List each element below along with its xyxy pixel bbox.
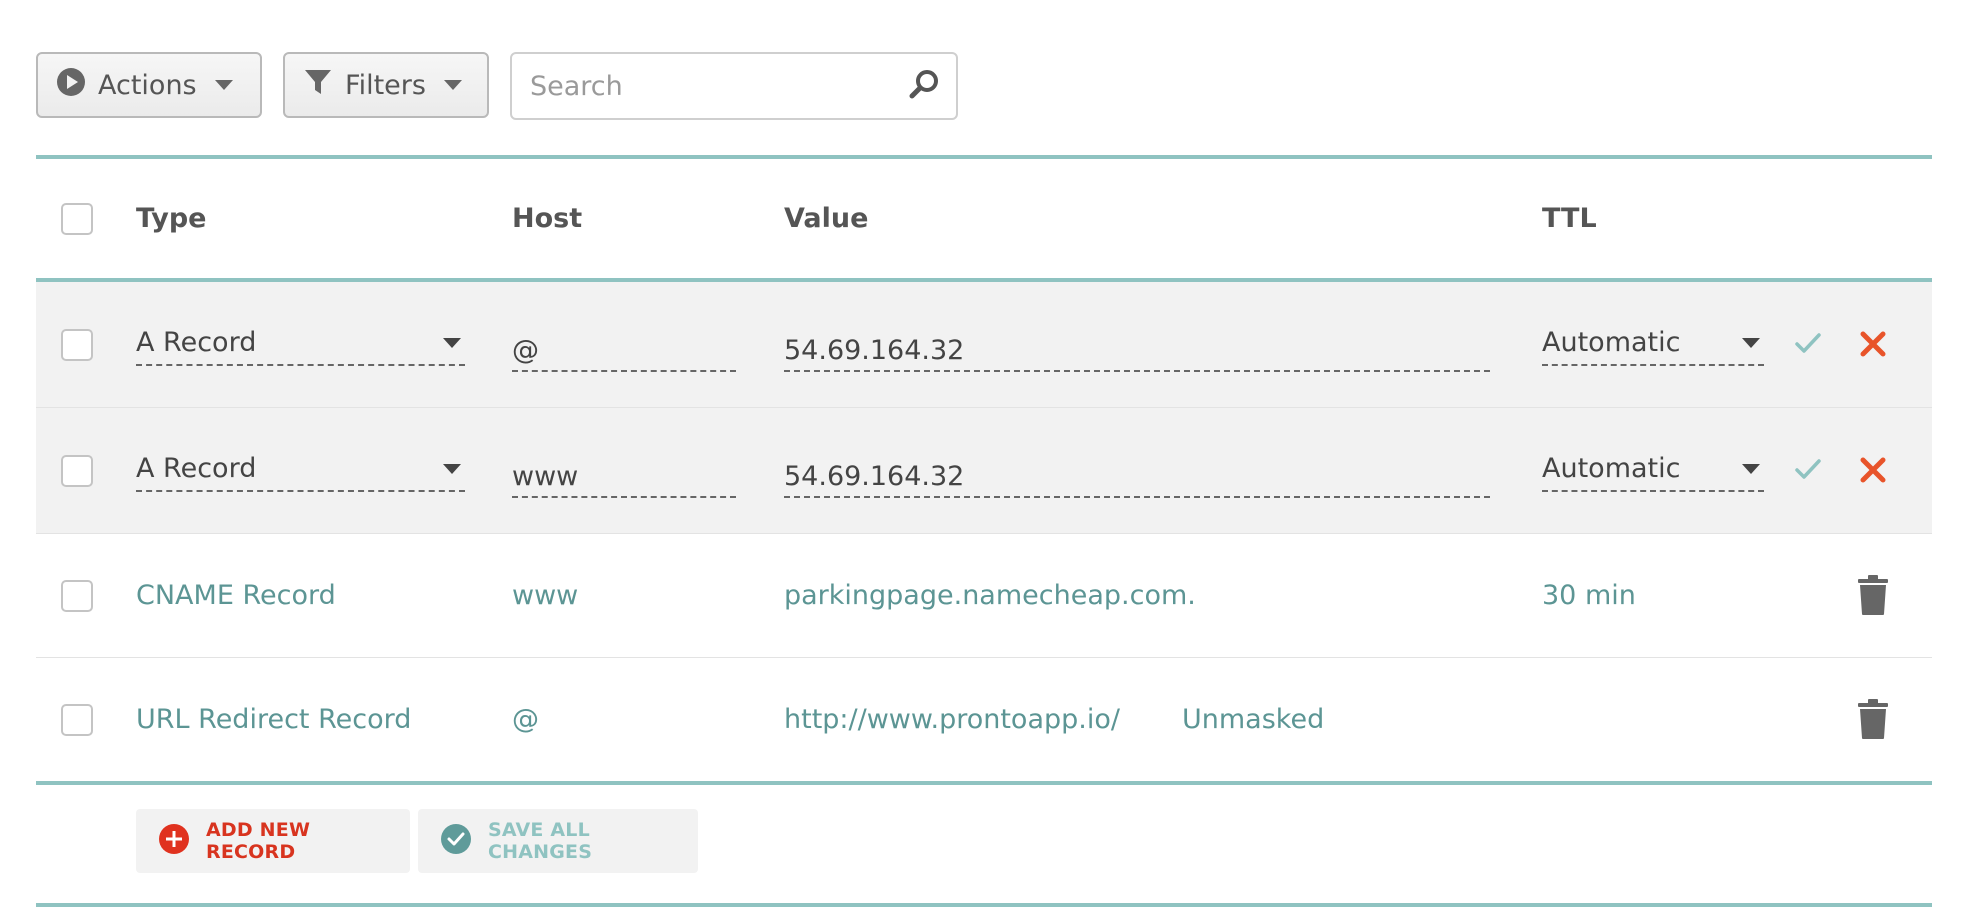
redirect-mode[interactable]: Unmasked xyxy=(1182,658,1324,781)
record-value[interactable]: http://www.prontoapp.io/ xyxy=(784,658,1120,781)
ttl-select[interactable]: Automatic xyxy=(1542,448,1764,492)
column-header-value: Value xyxy=(784,203,869,234)
table-row[interactable]: URL Redirect Record @ http://www.prontoa… xyxy=(36,658,1932,781)
actions-button[interactable]: Actions xyxy=(36,52,262,118)
host-input[interactable]: www xyxy=(512,452,736,498)
ttl-select-value: Automatic xyxy=(1542,327,1681,358)
toolbar: Actions Filters xyxy=(36,52,958,120)
table-row[interactable]: CNAME Record www parkingpage.namecheap.c… xyxy=(36,534,1932,658)
value-input[interactable]: 54.69.164.32 xyxy=(784,326,1490,372)
ttl-select-value: Automatic xyxy=(1542,453,1681,484)
column-header-ttl: TTL xyxy=(1542,203,1597,234)
save-all-changes-button[interactable]: SAVE ALL CHANGES xyxy=(418,809,698,873)
table-header: Type Host Value TTL xyxy=(36,159,1932,278)
chevron-down-icon xyxy=(1742,464,1760,474)
close-icon[interactable] xyxy=(1858,329,1888,363)
trash-icon[interactable] xyxy=(1856,698,1890,744)
footer-rule xyxy=(36,903,1932,907)
save-all-changes-label: SAVE ALL CHANGES xyxy=(488,819,593,863)
search-input[interactable] xyxy=(528,69,908,103)
type-select[interactable]: A Record xyxy=(136,448,465,492)
record-host[interactable]: www xyxy=(512,534,578,657)
filters-label: Filters xyxy=(345,69,426,101)
table-footer: ADD NEW RECORD SAVE ALL CHANGES xyxy=(36,785,1932,903)
check-icon[interactable] xyxy=(1794,329,1822,361)
chevron-down-icon xyxy=(1742,338,1760,348)
row-checkbox[interactable] xyxy=(61,328,93,361)
row-checkbox[interactable] xyxy=(61,579,93,612)
add-new-record-label: ADD NEW RECORD xyxy=(206,819,311,863)
column-header-host: Host xyxy=(512,203,583,234)
chevron-down-icon xyxy=(443,338,461,348)
check-icon[interactable] xyxy=(1794,455,1822,487)
row-checkbox[interactable] xyxy=(61,454,93,487)
chevron-down-icon xyxy=(214,80,233,90)
host-input[interactable]: @ xyxy=(512,326,736,372)
record-type[interactable]: CNAME Record xyxy=(136,534,336,657)
column-header-type: Type xyxy=(136,203,207,234)
table-row: A Record @ 54.69.164.32 Automatic xyxy=(36,282,1932,408)
chevron-down-icon xyxy=(443,464,461,474)
type-select-value: A Record xyxy=(136,327,257,358)
play-circle-icon xyxy=(56,67,86,104)
add-new-record-button[interactable]: ADD NEW RECORD xyxy=(136,809,410,873)
record-value[interactable]: parkingpage.namecheap.com. xyxy=(784,534,1196,657)
chevron-down-icon xyxy=(443,80,462,90)
record-ttl[interactable]: 30 min xyxy=(1542,534,1636,657)
funnel-icon xyxy=(303,67,333,104)
search-box xyxy=(510,52,958,120)
actions-label: Actions xyxy=(98,69,197,101)
row-checkbox[interactable] xyxy=(61,703,93,736)
record-type[interactable]: URL Redirect Record xyxy=(136,658,411,781)
record-host[interactable]: @ xyxy=(512,658,539,781)
close-icon[interactable] xyxy=(1858,455,1888,489)
type-select[interactable]: A Record xyxy=(136,322,465,366)
value-input[interactable]: 54.69.164.32 xyxy=(784,452,1490,498)
search-icon[interactable] xyxy=(908,68,940,104)
type-select-value: A Record xyxy=(136,453,257,484)
table-row: A Record www 54.69.164.32 Automatic xyxy=(36,408,1932,534)
dns-records-table: Type Host Value TTL A Record @ 54.69.164… xyxy=(36,155,1932,907)
trash-icon[interactable] xyxy=(1856,574,1890,620)
plus-circle-icon xyxy=(158,823,190,860)
filters-button[interactable]: Filters xyxy=(283,52,489,118)
select-all-checkbox[interactable] xyxy=(61,202,93,235)
ttl-select[interactable]: Automatic xyxy=(1542,322,1764,366)
check-circle-icon xyxy=(440,823,472,860)
